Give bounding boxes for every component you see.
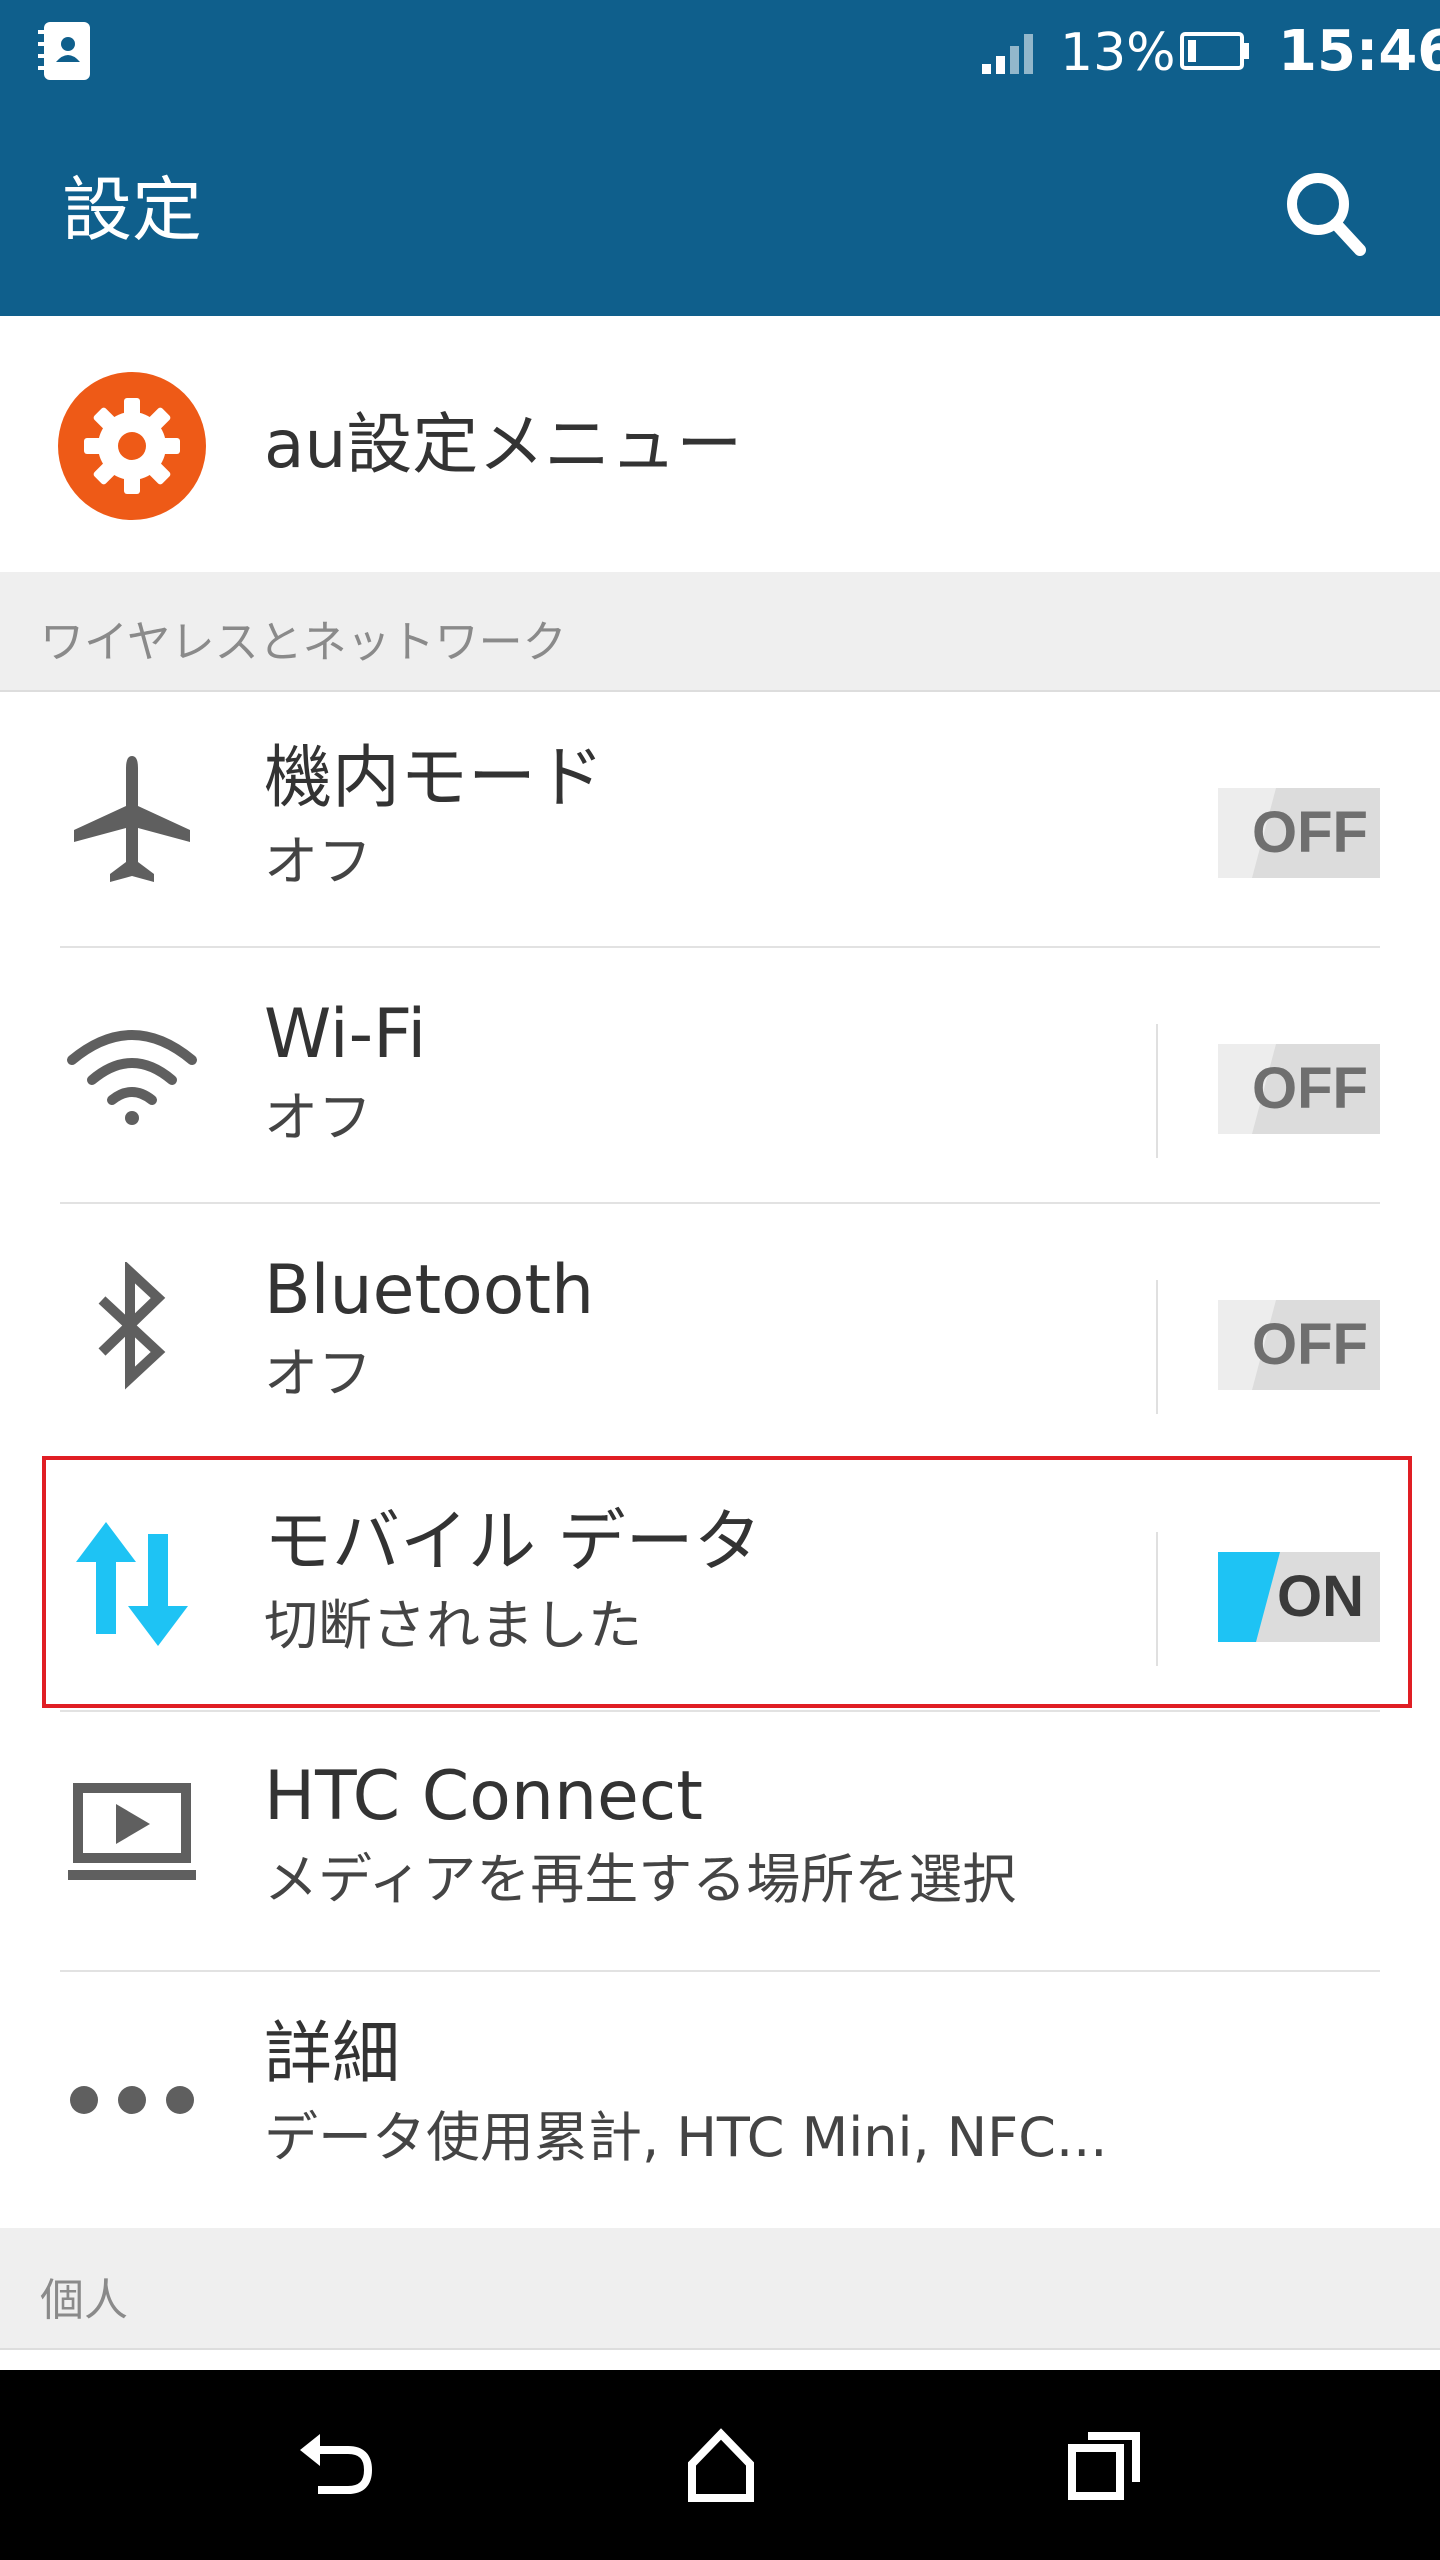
bluetooth-status: オフ xyxy=(264,1342,372,1405)
au-settings-menu[interactable]: au設定メニュー xyxy=(0,316,1440,572)
htc-connect-title: HTC Connect xyxy=(264,1757,703,1836)
back-button[interactable] xyxy=(292,2420,382,2510)
setting-row-bluetooth[interactable]: Bluetooth オフ OFF xyxy=(0,1204,1440,1460)
back-icon xyxy=(300,2434,373,2494)
setting-row-htc-connect[interactable]: HTC Connect メディアを再生する場所を選択 xyxy=(0,1716,1440,1972)
bluetooth-icon xyxy=(98,1262,166,1390)
cast-screen-icon xyxy=(68,1783,196,1880)
wifi-status: オフ xyxy=(264,1086,372,1149)
toggle-label: OFF xyxy=(1252,800,1368,865)
app-bar: 設定 xyxy=(0,106,1440,316)
wifi-toggle[interactable]: OFF xyxy=(1218,1044,1380,1134)
wifi-icon xyxy=(67,1030,197,1125)
more-description: データ使用累計, HTC Mini, NFC... xyxy=(264,2106,1108,2169)
toggle-label: OFF xyxy=(1252,1312,1368,1377)
setting-row-more[interactable]: 詳細 データ使用累計, HTC Mini, NFC... xyxy=(0,1972,1440,2228)
setting-row-wifi[interactable]: Wi-Fi オフ OFF xyxy=(0,948,1440,1204)
bluetooth-title: Bluetooth xyxy=(264,1251,595,1330)
navigation-bar xyxy=(0,2370,1440,2560)
section-header-personal: 個人 xyxy=(0,2228,1440,2350)
gear-icon xyxy=(58,372,206,520)
htc-connect-description: メディアを再生する場所を選択 xyxy=(264,1848,1017,1911)
recents-icon xyxy=(1068,2432,1140,2500)
more-title: 詳細 xyxy=(264,2015,401,2094)
mobile-data-icon xyxy=(76,1522,188,1646)
mobile-data-title: モバイル データ xyxy=(264,1503,762,1582)
recents-button[interactable] xyxy=(1060,2420,1150,2510)
contacts-icon xyxy=(38,22,90,80)
setting-row-mobile-data[interactable]: モバイル データ 切断されました ON xyxy=(0,1456,1440,1712)
separator xyxy=(1156,1024,1158,1158)
section-title-wireless: ワイヤレスとネットワーク xyxy=(40,617,567,668)
wifi-title: Wi-Fi xyxy=(264,995,427,1074)
airplane-mode-title: 機内モード xyxy=(264,739,605,818)
separator xyxy=(1156,1280,1158,1414)
search-icon xyxy=(1287,173,1366,256)
toggle-label: ON xyxy=(1277,1564,1364,1629)
au-settings-label: au設定メニュー xyxy=(264,406,743,483)
section-header-wireless: ワイヤレスとネットワーク xyxy=(0,572,1440,692)
battery-percentage: 13% xyxy=(1060,23,1176,83)
status-bar: 13% 15:46 xyxy=(0,0,1440,106)
separator xyxy=(1156,1532,1158,1666)
home-button[interactable] xyxy=(676,2420,766,2510)
airplane-mode-status: オフ xyxy=(264,830,372,893)
home-icon xyxy=(688,2428,754,2502)
page-title: 設定 xyxy=(62,169,202,251)
divider xyxy=(60,1710,1380,1712)
airplane-icon xyxy=(74,756,190,882)
section-title-personal: 個人 xyxy=(40,2275,128,2326)
search-button[interactable] xyxy=(1280,164,1370,260)
toggle-label: OFF xyxy=(1252,1056,1368,1121)
mobile-data-toggle[interactable]: ON xyxy=(1218,1552,1380,1642)
setting-row-airplane-mode[interactable]: 機内モード オフ OFF xyxy=(0,692,1440,948)
clock: 15:46 xyxy=(1278,19,1440,84)
more-dots-icon xyxy=(70,2086,194,2114)
bluetooth-toggle[interactable]: OFF xyxy=(1218,1300,1380,1390)
mobile-data-status: 切断されました xyxy=(264,1594,642,1657)
battery-icon xyxy=(1180,32,1249,70)
airplane-mode-toggle[interactable]: OFF xyxy=(1218,788,1380,878)
signal-icon xyxy=(982,34,1033,74)
